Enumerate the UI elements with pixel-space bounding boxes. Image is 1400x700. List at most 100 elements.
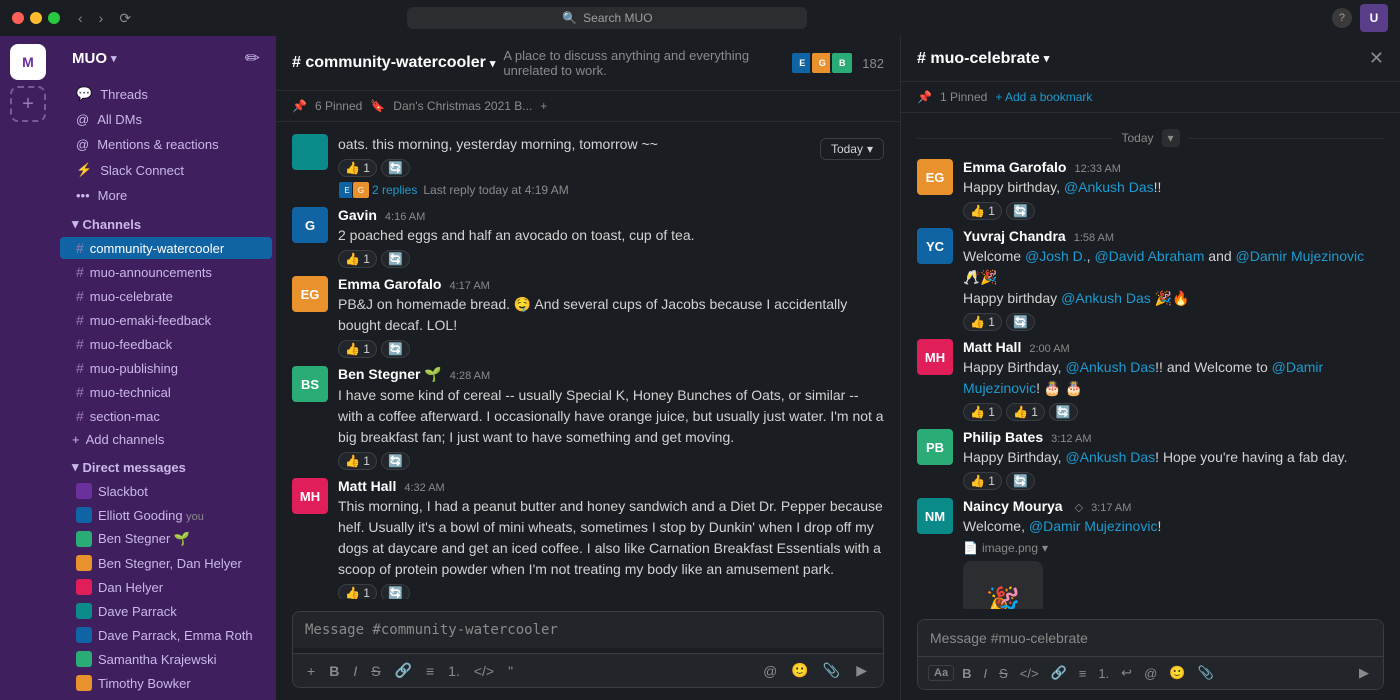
add-workspace-button[interactable]: + xyxy=(10,86,46,122)
replies-line-prev[interactable]: E G 2 replies Last reply today at 4:19 A… xyxy=(338,181,884,199)
today-dropdown[interactable]: Today ▾ xyxy=(820,138,884,160)
right-attachment-button[interactable]: 📎 xyxy=(1193,663,1217,683)
right-chat-input[interactable] xyxy=(918,620,1383,656)
sidebar-channel-community-watercooler[interactable]: # community-watercooler xyxy=(60,237,272,259)
plus-icon: + xyxy=(72,432,80,447)
sidebar-channel-muo-feedback[interactable]: # muo-feedback xyxy=(60,333,272,355)
right-emoji-button[interactable]: 🙂 xyxy=(1165,663,1189,683)
chat-channel-name[interactable]: # community-watercooler ▾ xyxy=(292,54,495,72)
strikethrough-button[interactable]: S xyxy=(367,661,384,681)
sidebar-channel-muo-technical[interactable]: # muo-technical xyxy=(60,381,272,403)
hash-icon: # xyxy=(76,360,84,376)
right-link-button[interactable]: 🔗 xyxy=(1047,663,1071,683)
attach-button[interactable]: + xyxy=(303,661,319,681)
direct-messages-section[interactable]: ▾ Direct messages xyxy=(56,451,276,479)
msg-reactions-ben: 👍 1 🔄 xyxy=(338,452,884,470)
right-list-button[interactable]: ≡ xyxy=(1075,664,1091,683)
sidebar-channel-muo-emaki-feedback[interactable]: # muo-emaki-feedback xyxy=(60,309,272,331)
sidebar-dm-ben-stegner[interactable]: Ben Stegner 🌱 xyxy=(60,528,272,550)
sidebar-item-mentions[interactable]: @ Mentions & reactions xyxy=(60,133,272,156)
sidebar-channel-muo-publishing[interactable]: # muo-publishing xyxy=(60,357,272,379)
today-dropdown-right[interactable]: ▾ xyxy=(1162,129,1180,147)
reaction-rotate[interactable]: 🔄 xyxy=(381,452,410,470)
bold-button[interactable]: B xyxy=(325,661,343,681)
sidebar-channel-muo-celebrate[interactable]: # muo-celebrate xyxy=(60,285,272,307)
sidebar-dm-elliott[interactable]: Elliott Gooding you xyxy=(60,504,272,526)
right-italic-button[interactable]: I xyxy=(979,664,991,683)
reaction-rotate[interactable]: 🔄 xyxy=(381,584,410,599)
close-traffic-light[interactable] xyxy=(12,12,24,24)
right-undo-button[interactable]: ↩ xyxy=(1117,663,1136,683)
aa-format-button[interactable]: Aa xyxy=(928,665,954,681)
sidebar-item-more[interactable]: ••• More xyxy=(60,184,272,207)
mention-button[interactable]: @ xyxy=(759,661,781,681)
italic-button[interactable]: I xyxy=(349,661,361,681)
reaction-rotate[interactable]: 🔄 xyxy=(381,250,410,268)
workspace-icon-muo[interactable]: M xyxy=(10,44,46,80)
help-button[interactable]: ? xyxy=(1332,8,1352,28)
file-link-naincy[interactable]: 📄 image.png ▾ xyxy=(963,541,1384,555)
right-strikethrough-button[interactable]: S xyxy=(995,664,1012,683)
add-channels-link[interactable]: + Add channels xyxy=(56,428,276,451)
reaction-rotate[interactable]: 🔄 xyxy=(1006,313,1035,331)
reaction-rotate[interactable]: 🔄 xyxy=(381,340,410,358)
reaction-thumbs[interactable]: 👍 1 xyxy=(963,202,1002,220)
sidebar-dm-timothy[interactable]: Timothy Bowker xyxy=(60,672,272,694)
reaction-thumbs[interactable]: 👍 1 xyxy=(338,340,377,358)
close-panel-button[interactable]: ✕ xyxy=(1369,48,1384,69)
sidebar-header: MUO ▾ ✏ xyxy=(56,36,276,81)
sidebar-channel-section-mac[interactable]: # section-mac xyxy=(60,405,272,427)
right-ordered-list-button[interactable]: 1. xyxy=(1094,664,1113,683)
reaction-thumbs-1[interactable]: 👍 1 xyxy=(963,403,1002,421)
right-msg-avatar-matt: MH xyxy=(917,339,953,375)
reaction-rotate[interactable]: 🔄 xyxy=(1006,202,1035,220)
compose-button[interactable]: ✏ xyxy=(245,48,260,69)
ordered-list-button[interactable]: 1. xyxy=(444,661,464,681)
reaction-rotate[interactable]: 🔄 xyxy=(1049,403,1078,421)
sidebar-dm-dan-helyer[interactable]: Dan Helyer xyxy=(60,576,272,598)
list-button[interactable]: ≡ xyxy=(422,661,438,681)
fullscreen-traffic-light[interactable] xyxy=(48,12,60,24)
attachment-button[interactable]: 📎 xyxy=(819,660,844,681)
sidebar-dm-ben-dan[interactable]: Ben Stegner, Dan Helyer xyxy=(60,552,272,574)
quote-button[interactable]: " xyxy=(504,661,517,681)
sidebar-channel-muo-announcements[interactable]: # muo-announcements xyxy=(60,261,272,283)
channels-section[interactable]: ▾ Channels xyxy=(56,208,276,236)
link-button[interactable]: 🔗 xyxy=(391,660,416,681)
add-teammates-link[interactable]: + Add teammates xyxy=(56,695,276,700)
send-button[interactable]: ▶ xyxy=(850,660,873,681)
reaction-rotate[interactable]: 🔄 xyxy=(381,159,410,177)
right-send-button[interactable]: ▶ xyxy=(1355,663,1373,683)
workspace-name[interactable]: MUO ▾ xyxy=(72,50,117,67)
sidebar-item-threads[interactable]: 💬 Threads xyxy=(60,82,272,106)
sidebar-item-all-dms[interactable]: @ All DMs xyxy=(60,108,272,131)
sidebar-dm-slackbot[interactable]: Slackbot xyxy=(60,480,272,502)
reaction-thumbs[interactable]: 👍 1 xyxy=(338,250,377,268)
reaction-thumbs[interactable]: 👍 1 xyxy=(963,313,1002,331)
forward-button[interactable]: › xyxy=(93,8,110,29)
right-code-button[interactable]: </> xyxy=(1016,664,1043,683)
minimize-traffic-light[interactable] xyxy=(30,12,42,24)
hash-icon: # xyxy=(76,264,84,280)
right-mention-button[interactable]: @ xyxy=(1140,664,1161,683)
right-message-philip: PB Philip Bates 3:12 AM Happy Birthday, … xyxy=(901,425,1400,494)
chat-input[interactable] xyxy=(293,612,883,648)
sidebar-dm-dave-emma[interactable]: Dave Parrack, Emma Roth xyxy=(60,624,272,646)
reaction-thumbs[interactable]: 👍 1 xyxy=(338,584,377,599)
reaction-thumbs-2[interactable]: 👍 1 xyxy=(1006,403,1045,421)
back-button[interactable]: ‹ xyxy=(72,8,89,29)
emoji-button[interactable]: 🙂 xyxy=(787,660,812,681)
refresh-button[interactable]: ⟳ xyxy=(113,8,137,29)
right-bold-button[interactable]: B xyxy=(958,664,975,683)
add-bookmark-link[interactable]: + Add a bookmark xyxy=(995,90,1092,104)
add-bookmark-icon[interactable]: + xyxy=(540,99,547,113)
sidebar-dm-dave-parrack[interactable]: Dave Parrack xyxy=(60,600,272,622)
reaction-rotate[interactable]: 🔄 xyxy=(1006,472,1035,490)
reaction-thumbs[interactable]: 👍 1 xyxy=(963,472,1002,490)
reaction-thumbs[interactable]: 👍 1 xyxy=(338,159,377,177)
reaction-thumbs[interactable]: 👍 1 xyxy=(338,452,377,470)
right-channel-name[interactable]: # muo-celebrate ▾ xyxy=(917,50,1369,68)
sidebar-item-slack-connect[interactable]: ⚡ Slack Connect xyxy=(60,158,272,182)
sidebar-dm-samantha[interactable]: Samantha Krajewski xyxy=(60,648,272,670)
code-button[interactable]: </> xyxy=(470,661,498,681)
